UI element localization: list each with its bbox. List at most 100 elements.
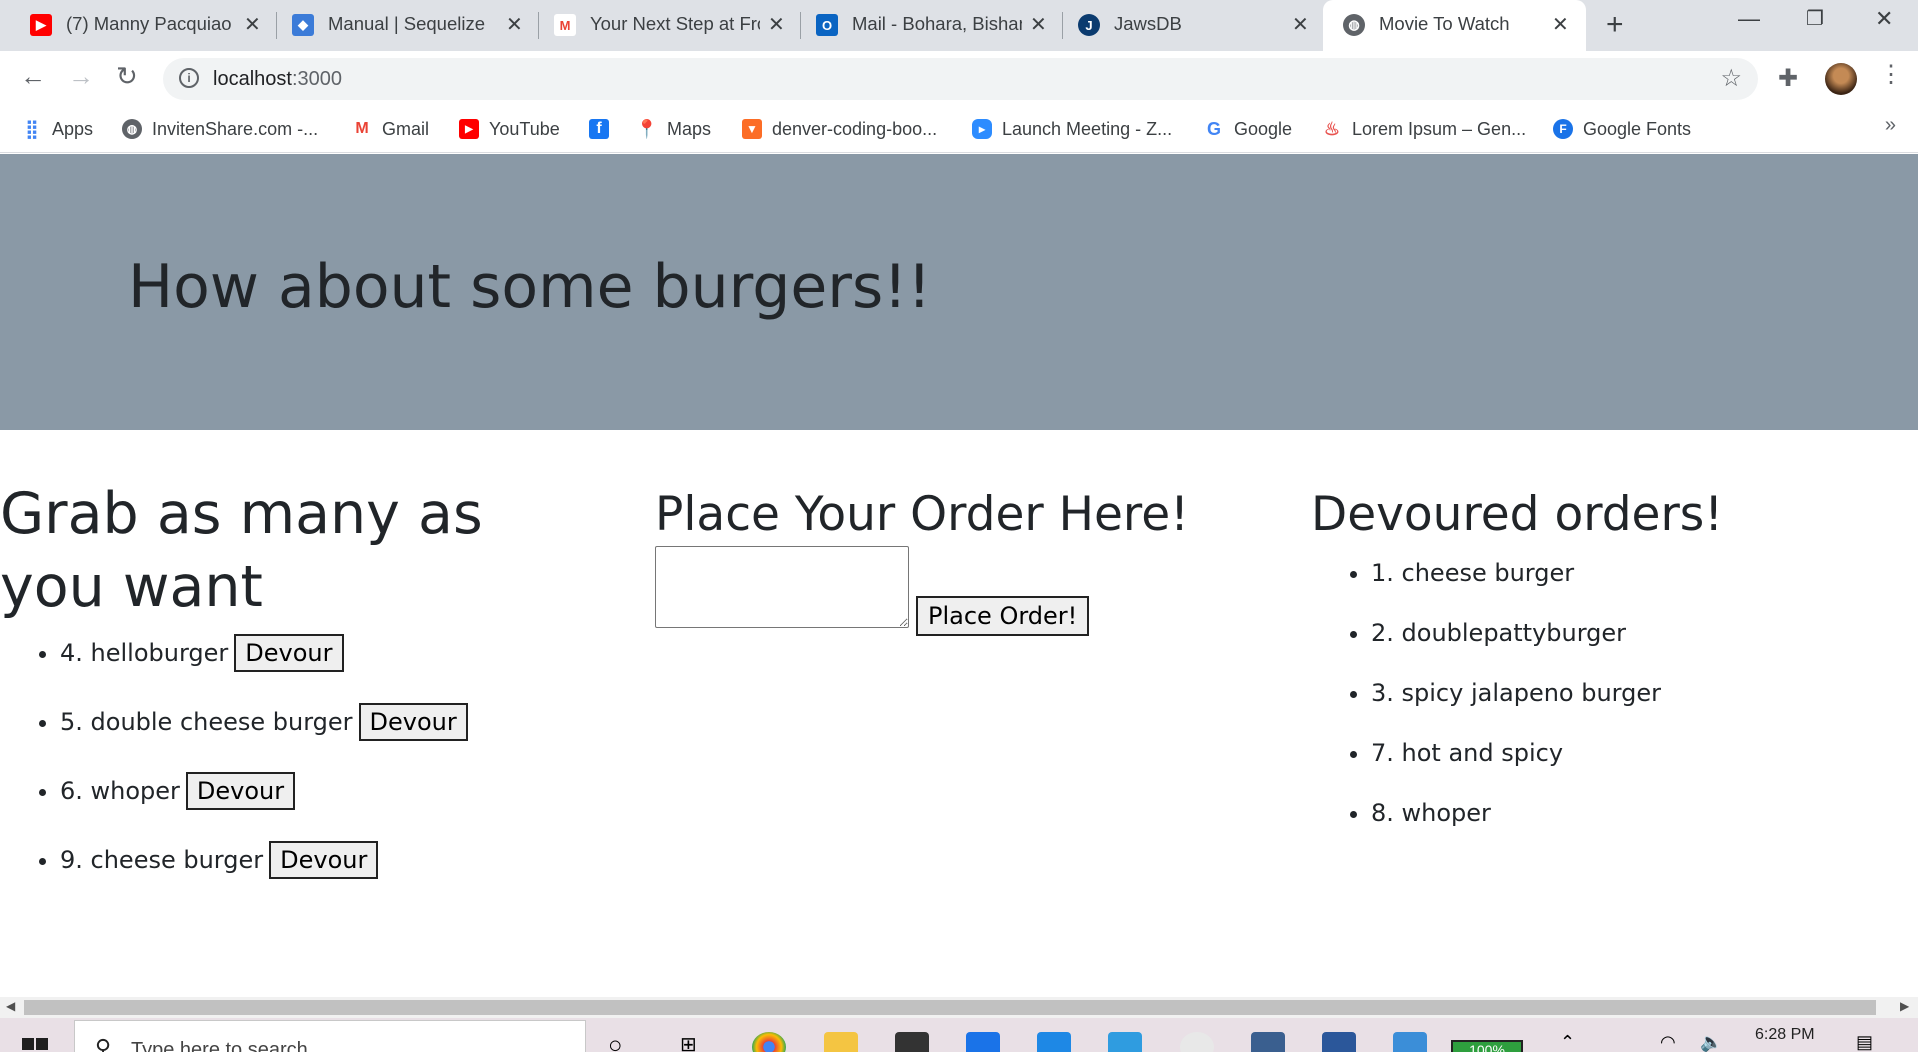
- devoured-burgers-list: 1. cheese burger 2. doublepattyburger 3.…: [1311, 553, 1723, 853]
- restore-icon[interactable]: ❐: [1806, 6, 1824, 31]
- bookmark-label: Google Fonts: [1583, 118, 1692, 139]
- bookmark-apps[interactable]: ⣿ Apps: [22, 114, 93, 144]
- back-icon[interactable]: ←: [20, 61, 46, 92]
- window-close-icon[interactable]: ✕: [1875, 6, 1893, 32]
- bookmark-lorem-ipsum[interactable]: ♨ Lorem Ipsum – Gen...: [1322, 114, 1526, 144]
- bookmark-maps[interactable]: 📍 Maps: [636, 114, 712, 144]
- tab-youtube[interactable]: ▶ (7) Manny Pacquiao ✕: [0, 0, 276, 51]
- devour-button[interactable]: Devour: [358, 703, 468, 741]
- close-icon[interactable]: ✕: [768, 12, 785, 37]
- burger-name: 6. whoper: [60, 777, 180, 805]
- bookmark-label: Maps: [667, 118, 712, 139]
- scroll-right-icon[interactable]: ▶: [1900, 999, 1909, 1013]
- order-column: Place Your Order Here!: [655, 478, 1189, 551]
- reload-icon[interactable]: ↻: [116, 61, 138, 92]
- page-title: How about some burgers!!: [128, 252, 932, 322]
- cortana-icon[interactable]: ○: [608, 1032, 642, 1052]
- hero-banner: How about some burgers!!: [0, 154, 1918, 430]
- mysql-icon[interactable]: [1251, 1032, 1285, 1052]
- taskbar-clock[interactable]: 6:28 PM: [1755, 1026, 1815, 1044]
- burger-name: 5. double cheese burger: [60, 708, 353, 736]
- scroll-left-icon[interactable]: ◀: [6, 999, 15, 1013]
- close-icon[interactable]: ✕: [1030, 12, 1047, 37]
- bookmark-gitlab[interactable]: ▼ denver-coding-boo...: [742, 114, 937, 144]
- tray-chevron-up-icon[interactable]: ⌃: [1560, 1032, 1594, 1052]
- minimize-icon[interactable]: —: [1738, 6, 1760, 32]
- taskbar-search-box[interactable]: ⚲ Type here to search: [74, 1020, 586, 1052]
- bookmark-label: Launch Meeting - Z...: [1002, 118, 1173, 139]
- list-item: 5. double cheese burgerDevour: [60, 699, 590, 768]
- tab-title: Movie To Watch: [1379, 13, 1510, 34]
- search-icon: ⚲: [95, 1035, 112, 1052]
- devoured-heading: Devoured orders!: [1311, 487, 1724, 542]
- list-item: 9. cheese burgerDevour: [60, 837, 590, 906]
- burger-name-textarea[interactable]: [655, 546, 909, 628]
- globe-icon: ◍: [122, 119, 142, 139]
- bookmark-google[interactable]: G Google: [1204, 114, 1292, 144]
- tab-jawsdb[interactable]: J JawsDB ✕: [1048, 0, 1324, 51]
- bookmark-invitenshare[interactable]: ◍ InvitenShare.com -...: [122, 114, 318, 144]
- facebook-icon: f: [589, 119, 609, 139]
- available-burgers-list: 4. helloburgerDevour 5. double cheese bu…: [0, 630, 590, 906]
- devour-button[interactable]: Devour: [269, 841, 379, 879]
- tab-movie-to-watch[interactable]: ◍ Movie To Watch ✕: [1323, 0, 1586, 51]
- extensions-puzzle-icon[interactable]: ✚: [1778, 64, 1798, 93]
- tab-title: Manual | Sequelize: [328, 13, 486, 34]
- task-view-icon[interactable]: ⊞: [680, 1032, 714, 1052]
- volume-icon[interactable]: 🔈: [1700, 1032, 1734, 1052]
- store-icon[interactable]: [895, 1032, 929, 1052]
- bookmarks-overflow-icon[interactable]: »: [1885, 114, 1896, 137]
- sequelize-icon: ◆: [292, 14, 314, 36]
- place-order-button[interactable]: Place Order!: [916, 596, 1090, 636]
- word-icon[interactable]: [1322, 1032, 1356, 1052]
- photos-icon[interactable]: [1393, 1032, 1427, 1052]
- bookmark-facebook[interactable]: f: [589, 114, 619, 144]
- slack-icon[interactable]: [1180, 1032, 1214, 1052]
- bookmark-youtube[interactable]: ▶ YouTube: [459, 114, 560, 144]
- browser-tab-strip: ▶ (7) Manny Pacquiao ✕ ◆ Manual | Sequel…: [0, 0, 1918, 51]
- devour-button[interactable]: Devour: [234, 634, 344, 672]
- search-placeholder: Type here to search: [131, 1039, 308, 1052]
- windows-start-icon[interactable]: [22, 1038, 50, 1052]
- list-item: 7. hot and spicy: [1371, 733, 1723, 793]
- forward-icon[interactable]: →: [68, 61, 94, 92]
- profile-avatar[interactable]: [1825, 63, 1857, 95]
- scrollbar-thumb[interactable]: [24, 1000, 1876, 1015]
- new-tab-icon[interactable]: +: [1606, 8, 1624, 42]
- file-explorer-icon[interactable]: [824, 1032, 858, 1052]
- kebab-menu-icon[interactable]: ⋮: [1879, 60, 1903, 89]
- available-heading: Grab as many as you want: [0, 481, 483, 620]
- bookmark-star-icon[interactable]: ☆: [1720, 64, 1742, 93]
- vscode-icon[interactable]: [1037, 1032, 1071, 1052]
- close-icon[interactable]: ✕: [506, 12, 523, 37]
- bookmark-label: Gmail: [382, 118, 430, 139]
- apps-grid-icon: ⣿: [22, 119, 42, 139]
- tab-outlook[interactable]: O Mail - Bohara, Bishan ✕: [786, 0, 1062, 51]
- battery-indicator[interactable]: 100%: [1451, 1040, 1523, 1052]
- chrome-icon[interactable]: [752, 1032, 786, 1052]
- tab-sequelize[interactable]: ◆ Manual | Sequelize ✕: [262, 0, 538, 51]
- devour-button[interactable]: Devour: [185, 772, 296, 810]
- bookmark-gmail[interactable]: M Gmail: [352, 114, 429, 144]
- burger-name: 9. cheese burger: [60, 846, 264, 874]
- close-icon[interactable]: ✕: [1292, 12, 1309, 37]
- bookmark-label: Apps: [52, 118, 94, 139]
- close-icon[interactable]: ✕: [244, 12, 261, 37]
- tab-gmail[interactable]: M Your Next Step at Fro ✕: [524, 0, 800, 51]
- gmail-icon: M: [554, 14, 576, 36]
- bookmark-label: denver-coding-boo...: [772, 118, 938, 139]
- wifi-icon[interactable]: ◠: [1660, 1032, 1694, 1052]
- bookmark-google-fonts[interactable]: F Google Fonts: [1553, 114, 1691, 144]
- url-port: :3000: [291, 68, 342, 90]
- notification-icon[interactable]: ▤: [1856, 1032, 1890, 1052]
- close-icon[interactable]: ✕: [1552, 12, 1569, 37]
- tab-title: Mail - Bohara, Bishan: [852, 13, 1022, 34]
- outlook-icon: O: [816, 14, 838, 36]
- browser-toolbar: ← → ↻ i localhost:3000 ☆: [0, 51, 1918, 106]
- mail-icon[interactable]: [966, 1032, 1000, 1052]
- bookmark-zoom[interactable]: ▸ Launch Meeting - Z...: [972, 114, 1172, 144]
- horizontal-scrollbar[interactable]: ◀ ▶: [0, 997, 1918, 1018]
- address-bar[interactable]: i localhost:3000 ☆: [163, 58, 1758, 100]
- site-info-icon[interactable]: i: [179, 68, 199, 88]
- teams-icon[interactable]: [1108, 1032, 1142, 1052]
